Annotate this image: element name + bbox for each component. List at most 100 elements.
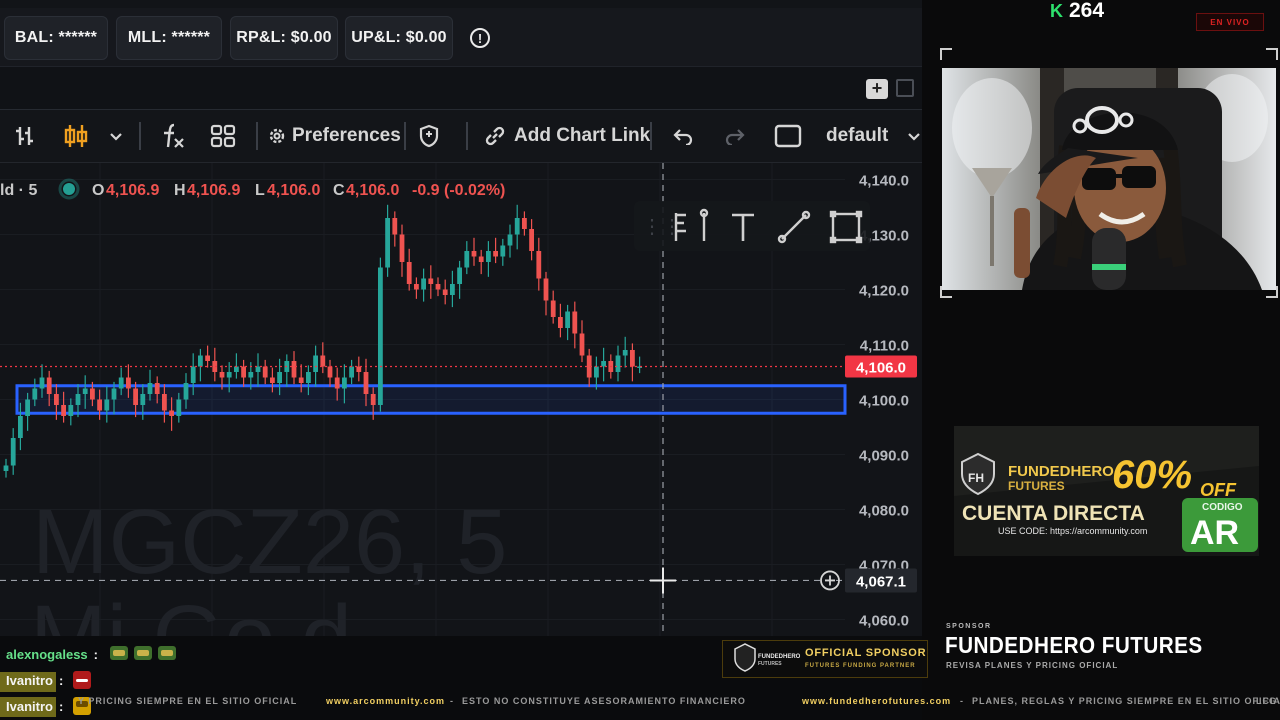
- ticker-text: -: [450, 696, 454, 706]
- candle: [327, 366, 333, 378]
- ohlc-legend: ld · 5 O 4,106.9 H 4,106.9 L 4,106.0 C 4…: [0, 178, 505, 200]
- chevron-down-icon[interactable]: [108, 110, 124, 162]
- open-value: 4,106.9: [106, 182, 159, 199]
- candle: [198, 355, 203, 367]
- price-axis-label: 4,100.0: [859, 393, 909, 410]
- candle: [306, 372, 311, 383]
- close-prefix: C: [333, 182, 345, 199]
- info-icon[interactable]: !: [470, 28, 490, 48]
- candle: [176, 399, 182, 416]
- candle: [414, 284, 419, 290]
- candle: [428, 278, 434, 284]
- crosshair-cursor-icon: [650, 567, 676, 594]
- candle: [471, 251, 477, 257]
- candle: [385, 218, 390, 268]
- account-bar: BAL: ****** MLL: ****** RP&L: $0.00 UP&L…: [0, 8, 922, 67]
- candle: [241, 366, 246, 378]
- viewer-number: 264: [1069, 0, 1105, 22]
- shield-icon[interactable]: [418, 110, 440, 162]
- candle: [291, 361, 297, 378]
- candle: [392, 218, 398, 235]
- ad-use-code: USE CODE: https://arcommunity.com: [998, 526, 1147, 536]
- chat-username: alexnogaless: [6, 647, 88, 662]
- layout-grid-icon[interactable]: [210, 110, 236, 162]
- candle: [370, 394, 376, 405]
- candle: [162, 394, 167, 411]
- sponsor-name: FUNDEDHERO FUTURES: [945, 632, 1203, 658]
- candle: [10, 438, 16, 466]
- screenshot-icon[interactable]: [774, 110, 802, 162]
- maximize-icon[interactable]: [896, 79, 914, 97]
- realized-pnl-pill[interactable]: RP&L: $0.00: [230, 16, 338, 60]
- candle: [507, 234, 513, 246]
- candle: [500, 245, 506, 257]
- candle: [169, 410, 174, 416]
- layout-selector[interactable]: default: [826, 110, 888, 162]
- candle: [464, 251, 470, 268]
- candle: [622, 350, 628, 356]
- ad-brand-line2: FUTURES: [1008, 479, 1065, 493]
- mll-pill[interactable]: MLL: ******: [116, 16, 222, 60]
- candle: [147, 383, 153, 394]
- candle: [46, 377, 52, 394]
- candle: [190, 366, 196, 383]
- add-tab-button[interactable]: +: [866, 79, 888, 99]
- redo-icon[interactable]: [724, 110, 746, 162]
- candle: [3, 465, 9, 471]
- indicators-icon[interactable]: [160, 110, 186, 162]
- chart-canvas[interactable]: MGCZ26, 5 Mi Go d 4,140.04,130.04,120.04…: [0, 163, 922, 636]
- ad-discount: 60%: [1112, 453, 1192, 497]
- high-prefix: H: [174, 182, 186, 199]
- candle: [435, 284, 441, 290]
- ticker-text: -: [960, 696, 964, 706]
- price-axis-label: 4,060.0: [859, 613, 909, 630]
- add-chart-link-button[interactable]: Add Chart Link: [484, 110, 650, 162]
- candles-icon[interactable]: [62, 110, 90, 162]
- candle: [205, 355, 210, 361]
- chevron-down-icon[interactable]: [906, 110, 922, 162]
- candle: [82, 388, 88, 394]
- candle: [90, 388, 95, 400]
- candle: [457, 267, 462, 284]
- price-axis-label: 4,140.0: [859, 173, 909, 190]
- ticker-text: ESTO NO CONSTITUYE ASESORAMIENTO FINANCI…: [462, 696, 746, 706]
- news-ticker: Y PRICING SIEMPRE EN EL SITIO OFICIAL ww…: [0, 696, 1280, 710]
- candle: [234, 366, 239, 372]
- preferences-button[interactable]: Preferences: [268, 110, 401, 162]
- candle: [313, 355, 318, 372]
- candle: [406, 262, 412, 284]
- add-chart-link-label: Add Chart Link: [514, 125, 651, 146]
- candle: [536, 251, 542, 279]
- chat-message: Ivanitro :: [6, 671, 97, 689]
- candle: [111, 388, 117, 400]
- candle: [529, 229, 534, 251]
- candle: [133, 388, 138, 405]
- candle: [342, 377, 347, 389]
- live-badge: EN VIVO: [1196, 13, 1264, 31]
- candle: [558, 317, 563, 328]
- bar-style-icon[interactable]: [12, 110, 38, 162]
- sponsor-ad-banner[interactable]: FH FUNDEDHERO FUTURES 60% OFF CUENTA DIR…: [954, 426, 1259, 556]
- emote-icon: [110, 646, 128, 660]
- webcam-feed: [942, 68, 1276, 290]
- trading-app: BAL: ****** MLL: ****** RP&L: $0.00 UP&L…: [0, 0, 922, 636]
- undo-icon[interactable]: [672, 110, 694, 162]
- chat-username: Ivanitro: [6, 672, 53, 688]
- candle: [126, 377, 131, 389]
- balance-pill[interactable]: BAL: ******: [4, 16, 108, 60]
- high-value: 4,106.9: [187, 182, 240, 199]
- unrealized-pnl-pill[interactable]: UP&L: $0.00: [345, 16, 453, 60]
- candle: [298, 377, 304, 383]
- chart-toolbar: Preferences Add Chart Link default: [0, 110, 922, 163]
- candle: [630, 350, 635, 367]
- candle: [572, 311, 578, 334]
- ticker-link: www.fundedherofutures.com: [802, 696, 952, 706]
- market-status-dot: [63, 183, 75, 195]
- badge-title: OFFICIAL SPONSOR: [805, 647, 927, 659]
- candle: [262, 366, 268, 378]
- link-icon: [485, 126, 505, 146]
- candle: [450, 284, 455, 295]
- crosshair-price-label: 4,067.1: [856, 573, 906, 590]
- preferences-label: Preferences: [292, 125, 401, 146]
- price-chart[interactable]: MGCZ26, 5 Mi Go d 4,140.04,130.04,120.04…: [0, 163, 922, 636]
